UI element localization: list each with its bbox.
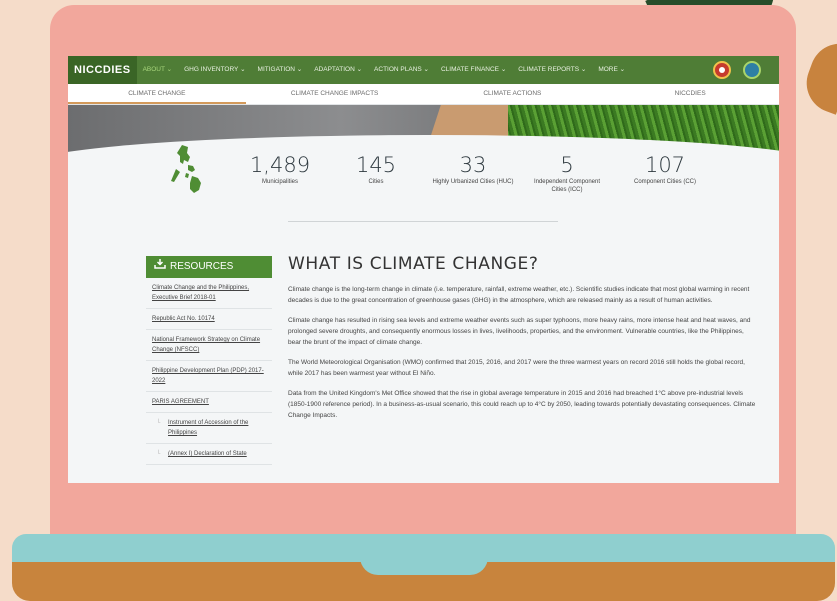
website-viewport: NICCDIES ABOUT ⌄ GHG INVENTORY ⌄ MITIGATIO… [68,56,779,483]
article-paragraph: Data from the United Kingdom's Met Offic… [288,390,756,419]
stat-huc: 33 Highly Urbanized Cities (HUC) [432,153,514,186]
stat-label: Independent Component Cities (ICC) [533,179,601,193]
resource-link[interactable]: PARIS AGREEMENT [146,392,272,413]
resource-link[interactable]: National Framework Strategy on Climate C… [146,330,272,361]
stat-label: Cities [368,179,384,185]
resources-title: RESOURCES [170,261,234,272]
stat-label: Municipalities [261,179,298,185]
agency-logo-icon[interactable] [743,61,761,79]
article-paragraph: Climate change is the long-term change i… [288,286,750,304]
nav-item[interactable]: GHG INVENTORY ⌄ [178,56,251,84]
stats-section: 1,489 Municipalities 145 Cities 33 Highl… [68,145,779,231]
download-tray-icon [154,256,166,278]
stat-cities: 145 Cities [336,153,416,186]
stat-municipalities: 1,489 Municipalities [240,153,320,186]
subnav-item[interactable]: CLIMATE CHANGE [68,84,246,104]
nav-item[interactable]: ABOUT ⌄ [137,56,179,84]
nav-item[interactable]: CLIMATE FINANCE ⌄ [435,56,512,84]
nav-item[interactable]: ADAPTATION ⌄ [308,56,368,84]
resource-link[interactable]: Philippine Development Plan (PDP) 2017-2… [146,361,272,392]
philippines-map-icon [171,145,201,193]
sub-navigation: CLIMATE CHANGE CLIMATE CHANGE IMPACTS CLIM… [68,84,779,105]
nav-item[interactable]: MORE ⌄ [592,56,631,84]
nav-item[interactable]: ACTION PLANS ⌄ [368,56,435,84]
stat-label: Component Cities (CC) [633,179,697,185]
philippine-seal-icon[interactable] [713,61,731,79]
subnav-item[interactable]: NICCDIES [601,84,779,104]
resource-link[interactable]: Republic Act No. 10174 [146,309,272,330]
background-leaf-decoration-right [798,35,837,115]
stat-label: Highly Urbanized Cities (HUC) [432,179,514,185]
resources-list: Climate Change and the Philippines, Exec… [146,278,272,465]
main-menu: ABOUT ⌄ GHG INVENTORY ⌄ MITIGATION ⌄ ADAPTA… [137,56,632,84]
article-title: WHAT IS CLIMATE CHANGE? [288,254,539,274]
resource-link[interactable]: Instrument of Accession of the Philippin… [146,413,272,444]
article-paragraph: Climate change has resulted in rising se… [288,317,751,346]
subnav-item[interactable]: CLIMATE ACTIONS [424,84,602,104]
main-navbar: NICCDIES ABOUT ⌄ GHG INVENTORY ⌄ MITIGATIO… [68,56,779,84]
stat-value: 5 [560,153,574,177]
resources-header: RESOURCES [146,256,272,278]
article-content: WHAT IS CLIMATE CHANGE? Climate change i… [288,254,758,430]
resource-link[interactable]: Climate Change and the Philippines, Exec… [146,278,272,309]
subnav-item[interactable]: CLIMATE CHANGE IMPACTS [246,84,424,104]
resources-sidebar: RESOURCES Climate Change and the Philipp… [146,256,272,465]
laptop-notch [360,547,488,575]
brand-logo-text[interactable]: NICCDIES [68,56,137,84]
nav-item[interactable]: CLIMATE REPORTS ⌄ [512,56,592,84]
stat-value: 107 [644,153,686,177]
stat-value: 145 [355,153,397,177]
article-paragraph: The World Meteorological Organisation (W… [288,359,745,377]
section-divider [288,221,558,222]
resource-link[interactable]: (Annex I) Declaration of State [146,444,272,465]
stat-value: 1,489 [249,153,311,177]
nav-item[interactable]: MITIGATION ⌄ [252,56,309,84]
stat-cc: 107 Component Cities (CC) [620,153,710,186]
stat-icc: 5 Independent Component Cities (ICC) [526,153,608,194]
stat-value: 33 [459,153,487,177]
